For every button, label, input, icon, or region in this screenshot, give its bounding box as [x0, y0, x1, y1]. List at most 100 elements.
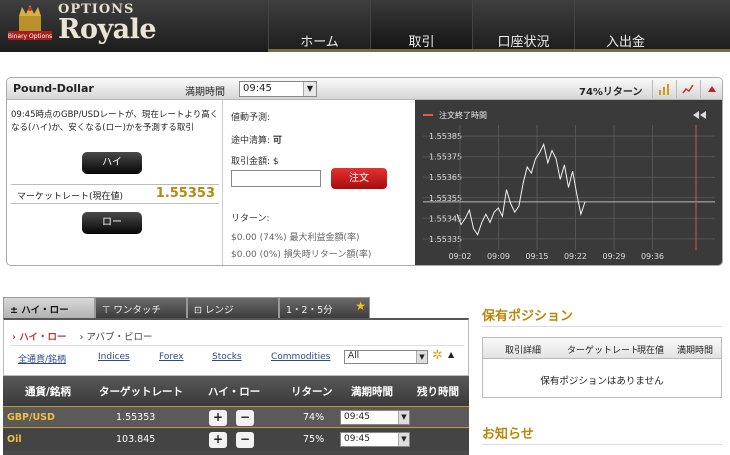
row-expiry-value: 09:45	[344, 412, 370, 422]
logo-ribbon-text: Binary Options	[8, 33, 52, 40]
touch-icon: ⊤	[102, 305, 111, 316]
rewind-icon	[693, 111, 706, 119]
positions-header: 取引詳細 ターゲットレート 現在値 満期時間	[483, 338, 721, 359]
tab-one-touch[interactable]: ⊤ ワンタッチ	[95, 297, 187, 319]
x-tick-label: 09:09	[487, 252, 510, 261]
divider	[482, 444, 722, 445]
col-target-rate: ターゲットレート	[99, 386, 183, 398]
market-rate-label: マーケットレート(現在値)	[17, 192, 124, 202]
expiry-select[interactable]: 09:45 ▼	[239, 81, 317, 97]
line-chart-icon	[681, 84, 694, 94]
pos-col-target: ターゲットレート	[567, 346, 640, 356]
filter-all[interactable]: 全通貨/銘柄	[18, 352, 66, 365]
collapse-button[interactable]	[700, 80, 722, 98]
brand-name[interactable]: Royale	[58, 14, 157, 45]
tab-high-low[interactable]: ± ハイ・ロー	[3, 297, 95, 319]
pos-col-detail: 取引詳細	[505, 346, 542, 356]
tab-label: ハイ・ロー	[21, 305, 69, 316]
early-close-label: 途中清算:	[231, 136, 271, 146]
early-close-row: 途中清算: 可	[231, 133, 282, 146]
filter-indices[interactable]: Indices	[98, 352, 130, 362]
divider	[10, 345, 464, 346]
low-minus-button[interactable]: −	[236, 410, 254, 426]
early-close-value: 可	[272, 136, 282, 146]
tab-short-term[interactable]: 1・2・5分 ★	[279, 297, 370, 319]
row-return: 74%	[303, 412, 325, 423]
row-expiry-select[interactable]: 09:45 ▼	[340, 432, 410, 447]
low-button[interactable]: ロー	[82, 212, 142, 234]
subtabs: › ハイ・ロー › アバブ・ビロー	[12, 329, 153, 343]
y-tick-label: 1.55385	[429, 132, 462, 141]
nav-account[interactable]: 口座状況	[472, 0, 574, 52]
filter-stocks[interactable]: Stocks	[212, 352, 242, 362]
asset-filter-select[interactable]: All ▼	[344, 350, 428, 364]
x-tick-label: 09:29	[602, 252, 625, 261]
x-tick-label: 09:22	[564, 252, 587, 261]
line-chart-button[interactable]	[676, 80, 698, 98]
trade-panel: Pound-Dollar 満期時間 09:45 ▼ 74%リターン 09:45時…	[6, 77, 723, 266]
triangle-up-icon	[707, 86, 716, 92]
tab-label: 1・2・5分	[286, 305, 333, 316]
price-forecast-label: 値動予測:	[231, 113, 271, 123]
market-rate-value: 1.55353	[155, 186, 215, 201]
tab-label: レンジ	[205, 305, 234, 316]
pos-col-expiry: 満期時間	[677, 346, 714, 356]
tab-range[interactable]: ⊡ レンジ	[187, 297, 279, 319]
app-root: Binary Options OPTIONS Royale ホーム 取引 口座状…	[0, 0, 730, 455]
positions-title: 保有ポジション	[482, 309, 574, 324]
tab-label: ワンタッチ	[113, 305, 161, 316]
trade-panel-header: Pound-Dollar 満期時間 09:45 ▼ 74%リターン	[7, 78, 722, 100]
row-expiry-select[interactable]: 09:45 ▼	[340, 410, 410, 425]
expiry-label: 満期時間	[185, 87, 225, 98]
filter-commodities[interactable]: Commodities	[271, 352, 330, 362]
range-icon: ⊡	[194, 305, 202, 316]
loss-return-text: $0.00 (0%) 損失時リターン額(率)	[231, 250, 372, 260]
low-minus-button[interactable]: −	[236, 432, 254, 448]
news-title: お知らせ	[482, 427, 534, 442]
table-row[interactable]: Oil 103.845 + − 75% 09:45 ▼	[3, 429, 469, 451]
col-asset: 通貨/銘柄	[25, 386, 71, 398]
nav-trade[interactable]: 取引	[370, 0, 472, 52]
nav-home[interactable]: ホーム	[268, 0, 370, 52]
product-tabs: ± ハイ・ロー ⊤ ワンタッチ ⊡ レンジ 1・2・5分 ★	[3, 297, 370, 319]
trade-mid-column: 値動予測: 途中清算: 可 取引金額: $ 注文 リターン: $0.00 (74…	[223, 100, 415, 265]
positions-table: 取引詳細 ターゲットレート 現在値 満期時間 保有ポジションはありません	[482, 337, 722, 398]
x-tick-label: 09:02	[448, 252, 471, 261]
chevron-down-icon: ▼	[398, 433, 409, 446]
y-tick-label: 1.55365	[429, 173, 462, 182]
filter-forex[interactable]: Forex	[159, 352, 184, 362]
bar-chart-icon	[658, 84, 669, 95]
crown-logo-icon[interactable]: Binary Options	[6, 3, 54, 47]
table-row[interactable]: GBP/USD 1.55353 + − 74% 09:45 ▼	[3, 406, 469, 428]
return-rate: 74%リターン	[579, 87, 643, 98]
col-remaining: 残り時間	[417, 386, 459, 398]
chevron-down-icon: ▼	[303, 82, 316, 96]
filter-area: › ハイ・ロー › アバブ・ビロー 全通貨/銘柄 Indices Forex S…	[3, 318, 469, 376]
settings-gear-icon[interactable]: ✲	[432, 348, 443, 363]
row-expiry-value: 09:45	[344, 434, 370, 444]
nav-deposit[interactable]: 入出金	[574, 0, 676, 52]
subtab-above-below[interactable]: › アバブ・ビロー	[80, 332, 153, 343]
asset-table: 通貨/銘柄 ターゲットレート ハイ・ロー リターン 満期時間 残り時間 GBP/…	[3, 376, 469, 455]
col-return: リターン	[291, 386, 333, 398]
bar-chart-button[interactable]	[652, 80, 674, 98]
subtab-high-low[interactable]: › ハイ・ロー	[12, 332, 67, 343]
high-plus-button[interactable]: +	[209, 432, 227, 448]
x-tick-label: 09:36	[641, 252, 664, 261]
high-button[interactable]: ハイ	[82, 152, 142, 174]
chevron-down-icon: ▼	[416, 351, 427, 363]
pair-title: Pound-Dollar	[13, 82, 94, 95]
row-asset: Oil	[7, 434, 22, 445]
high-plus-button[interactable]: +	[209, 410, 227, 426]
row-rate: 103.845	[116, 434, 156, 445]
col-expiry: 満期時間	[351, 386, 393, 398]
amount-currency: $	[272, 157, 279, 167]
collapse-arrow-icon[interactable]: ▲	[448, 350, 454, 359]
market-rate-row: マーケットレート(現在値) 1.55353	[11, 184, 219, 204]
expiry-select-value: 09:45	[243, 83, 272, 94]
main-nav: ホーム 取引 口座状況 入出金	[268, 0, 676, 52]
pos-col-current: 現在値	[637, 346, 665, 356]
col-high-low: ハイ・ロー	[208, 386, 261, 398]
amount-input[interactable]	[231, 170, 321, 187]
order-button[interactable]: 注文	[331, 168, 387, 189]
